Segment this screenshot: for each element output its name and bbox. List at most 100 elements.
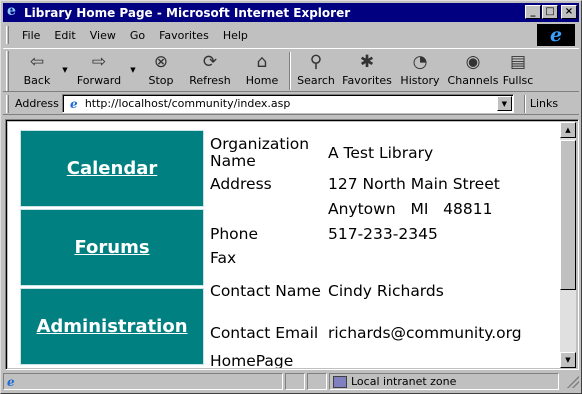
ie-throbber-logo: e <box>537 24 575 46</box>
links-separator <box>523 94 526 113</box>
administration-link[interactable]: Administration <box>36 316 187 337</box>
zone-panel: Local intranet zone <box>329 373 559 390</box>
title-bar[interactable]: Library Home Page - Microsoft Internet E… <box>3 3 579 22</box>
org-name-value: A Test Library <box>328 143 434 162</box>
window-controls: _ □ × <box>524 5 577 19</box>
scroll-up-button[interactable]: ▲ <box>560 122 576 138</box>
status-bar: e Local intranet zone <box>3 372 579 391</box>
home-label: Home <box>245 74 279 87</box>
home-button[interactable]: ⌂ Home <box>237 49 287 91</box>
back-button[interactable]: ⇦ Back <box>15 49 59 91</box>
window-title: Library Home Page - Microsoft Internet E… <box>24 5 351 20</box>
favorites-folder-icon: ✱ <box>359 52 375 72</box>
ie-app-icon[interactable] <box>6 3 20 20</box>
menu-grip[interactable] <box>6 26 9 44</box>
menu-file[interactable]: File <box>15 29 47 42</box>
address-dropdown-button[interactable]: ▼ <box>496 96 512 111</box>
contact-email-value: richards@community.org <box>328 323 522 342</box>
address-input[interactable]: e http://localhost/community/index.asp ▼ <box>61 94 514 113</box>
menu-help[interactable]: Help <box>216 29 255 42</box>
address-line2-value: Anytown MI 48811 <box>328 200 493 218</box>
org-name-row: Organization Name A Test Library <box>210 134 560 172</box>
address-grip[interactable] <box>6 94 9 113</box>
org-name-label: Organization Name <box>210 135 310 170</box>
fullscreen-icon: ▤ <box>509 52 527 72</box>
forward-button[interactable]: ⇨ Forward <box>71 49 127 91</box>
contact-email-label: Contact Email <box>210 323 319 342</box>
menu-go[interactable]: Go <box>123 29 152 42</box>
forward-dropdown[interactable]: ▼ <box>127 49 139 91</box>
address-url[interactable]: http://localhost/community/index.asp <box>85 97 291 110</box>
scroll-down-button[interactable]: ▼ <box>560 352 576 368</box>
stop-label: Stop <box>148 74 174 87</box>
homepage-label: HomePage <box>210 352 294 369</box>
contact-name-value: Cindy Richards <box>328 282 444 300</box>
back-arrow-icon: ⇦ <box>29 52 45 72</box>
contact-name-row: Contact Name Cindy Richards <box>210 270 560 313</box>
toolbar-grip[interactable] <box>6 51 9 91</box>
menu-favorites[interactable]: Favorites <box>152 29 216 42</box>
menu-edit[interactable]: Edit <box>47 29 82 42</box>
menu-bar: File Edit View Go Favorites Help <box>3 24 541 46</box>
home-icon: ⌂ <box>256 52 268 72</box>
search-icon: ⚲ <box>309 52 323 72</box>
minimize-button[interactable]: _ <box>525 5 541 19</box>
phone-value: 517-233-2345 <box>328 225 438 243</box>
fax-label: Fax <box>210 248 237 267</box>
menu-view[interactable]: View <box>83 29 123 42</box>
close-button[interactable]: × <box>561 5 577 19</box>
vertical-scrollbar[interactable]: ▲ ▼ <box>560 122 576 368</box>
links-button[interactable]: Links <box>530 97 558 110</box>
nav-cell-forums: Forums <box>20 209 204 286</box>
phone-label: Phone <box>210 225 259 243</box>
back-label: Back <box>23 74 51 87</box>
intranet-zone-icon <box>333 375 347 388</box>
stop-icon: ⊗ <box>153 52 169 72</box>
fax-row: Fax <box>210 246 560 270</box>
refresh-icon: ⟳ <box>202 52 218 72</box>
page-status-icon: e <box>7 374 15 389</box>
ie-e-icon: e <box>549 23 563 46</box>
fullscreen-button[interactable]: ▤ Fullsc <box>501 49 535 91</box>
toolbar-separator <box>289 52 291 90</box>
refresh-label: Refresh <box>189 74 231 87</box>
address-line2-row: Anytown MI 48811 <box>210 196 560 223</box>
forums-link[interactable]: Forums <box>74 237 149 258</box>
nav-table: Calendar Forums Administration <box>20 130 204 367</box>
address-bar: Address e http://localhost/community/ind… <box>3 93 579 115</box>
search-button[interactable]: ⚲ Search <box>293 49 339 91</box>
status-text-panel: e <box>3 373 283 390</box>
nav-cell-administration: Administration <box>20 288 204 365</box>
search-label: Search <box>297 74 335 87</box>
status-panel-2 <box>285 373 305 390</box>
scroll-thumb[interactable] <box>560 140 576 290</box>
channels-globe-icon: ◉ <box>465 52 481 72</box>
content-frame: Calendar Forums Administration Organizat… <box>5 119 579 370</box>
history-label: History <box>400 74 440 87</box>
maximize-button[interactable]: □ <box>542 5 558 19</box>
fullscreen-label: Fullsc <box>502 74 534 87</box>
calendar-link[interactable]: Calendar <box>67 158 157 179</box>
refresh-button[interactable]: ⟳ Refresh <box>183 49 237 91</box>
forward-label: Forward <box>76 74 122 87</box>
address-line1-value: 127 North Main Street <box>328 174 500 193</box>
channels-button[interactable]: ◉ Channels <box>445 49 501 91</box>
resize-grip[interactable] <box>567 375 579 388</box>
nav-cell-calendar: Calendar <box>20 130 204 207</box>
back-dropdown[interactable]: ▼ <box>59 49 71 91</box>
favorites-button[interactable]: ✱ Favorites <box>339 49 395 91</box>
web-page: Calendar Forums Administration Organizat… <box>8 122 562 368</box>
contact-email-row: Contact Email richards@community.org <box>210 313 560 353</box>
phone-row: Phone 517-233-2345 <box>210 223 560 246</box>
history-button[interactable]: ◔ History <box>395 49 445 91</box>
address-field-label: Address <box>210 174 272 193</box>
channels-label: Channels <box>447 74 499 87</box>
zone-text: Local intranet zone <box>351 375 457 388</box>
contact-name-label: Contact Name <box>210 282 321 300</box>
history-icon: ◔ <box>412 52 428 72</box>
standard-toolbar: ⇦ Back ▼ ⇨ Forward ▼ ⊗ Stop ⟳ Refresh ⌂ … <box>3 48 579 92</box>
library-info-table: Organization Name A Test Library Address… <box>210 134 560 369</box>
homepage-row: HomePage <box>210 352 560 369</box>
stop-button[interactable]: ⊗ Stop <box>139 49 183 91</box>
address-label: Address <box>15 97 59 110</box>
